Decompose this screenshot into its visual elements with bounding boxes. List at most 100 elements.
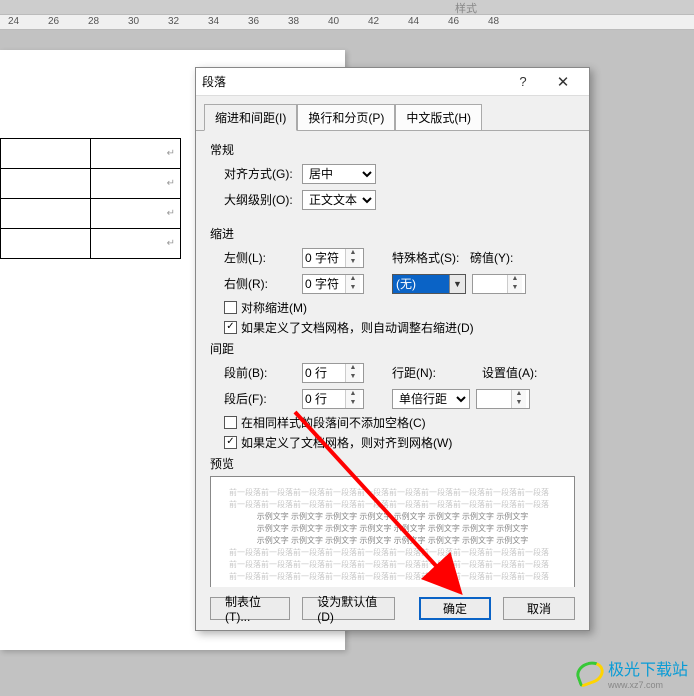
- close-button[interactable]: ✕: [543, 73, 583, 91]
- table-cell[interactable]: [1, 199, 91, 229]
- group-spacing-heading: 间距: [210, 340, 575, 357]
- indent-left-label: 左侧(L):: [224, 249, 296, 266]
- paragraph-dialog: 段落 ? ✕ 缩进和间距(I) 换行和分页(P) 中文版式(H) 常规 对齐方式…: [195, 67, 590, 631]
- table-row: ↵: [1, 229, 181, 259]
- mirror-indents-checkbox[interactable]: [224, 301, 237, 314]
- group-indent-heading: 缩进: [210, 225, 575, 242]
- tab-line-page-breaks[interactable]: 换行和分页(P): [297, 104, 395, 131]
- dialog-content: 常规 对齐方式(G): 居中 大纲级别(O): 正文文本 缩进 左侧(L): ▲…: [196, 131, 589, 587]
- ruler-mark: 42: [368, 16, 379, 27]
- table-row: ↵: [1, 139, 181, 169]
- watermark-text: 极光下载站: [608, 656, 688, 680]
- dialog-titlebar[interactable]: 段落 ? ✕: [196, 68, 589, 96]
- spinner-arrows-icon[interactable]: ▲▼: [345, 364, 360, 382]
- preview-line: 前一段落前一段落前一段落前一段落前一段落前一段落前一段落前一段落前一段落前一段落: [229, 487, 556, 499]
- ruler-mark: 40: [328, 16, 339, 27]
- indent-right-input[interactable]: [303, 275, 345, 293]
- spinner-arrows-icon[interactable]: ▲▼: [345, 390, 360, 408]
- line-spacing-label: 行距(N):: [392, 364, 452, 381]
- tab-indents-spacing[interactable]: 缩进和间距(I): [204, 104, 297, 131]
- indent-right-label: 右侧(R):: [224, 275, 296, 292]
- special-format-label: 特殊格式(S):: [392, 249, 464, 266]
- preview-line: 示例文字 示例文字 示例文字 示例文字 示例文字 示例文字 示例文字 示例文字: [229, 535, 556, 547]
- space-after-spinner[interactable]: ▲▼: [302, 389, 364, 409]
- preview-heading: 预览: [210, 455, 575, 472]
- space-after-label: 段后(F):: [224, 390, 296, 407]
- table-cell[interactable]: [1, 139, 91, 169]
- auto-adjust-right-indent-label: 如果定义了文档网格，则自动调整右缩进(D): [241, 319, 474, 336]
- dialog-tabs: 缩进和间距(I) 换行和分页(P) 中文版式(H): [196, 96, 589, 131]
- group-general-heading: 常规: [210, 141, 575, 158]
- help-button[interactable]: ?: [503, 74, 543, 89]
- at-label: 设置值(A):: [482, 364, 542, 381]
- set-default-button[interactable]: 设为默认值(D): [302, 597, 395, 620]
- preview-line: 前一段落前一段落前一段落前一段落前一段落前一段落前一段落前一段落前一段落前一段落: [229, 547, 556, 559]
- ruler-mark: 36: [248, 16, 259, 27]
- indent-left-input[interactable]: [303, 249, 345, 267]
- no-space-same-style-label: 在相同样式的段落间不添加空格(C): [241, 414, 426, 431]
- at-input[interactable]: [477, 390, 511, 408]
- table-cell[interactable]: ↵: [91, 139, 181, 169]
- special-format-value: (无): [393, 275, 449, 292]
- ok-button[interactable]: 确定: [419, 597, 491, 620]
- line-spacing-select[interactable]: 单倍行距: [392, 389, 470, 409]
- horizontal-ruler[interactable]: 24 26 28 30 32 34 36 38 40 42 44 46 48: [0, 14, 694, 30]
- dialog-title: 段落: [202, 73, 503, 90]
- ruler-mark: 48: [488, 16, 499, 27]
- table-cell[interactable]: ↵: [91, 229, 181, 259]
- spinner-arrows-icon[interactable]: ▲▼: [507, 275, 522, 293]
- ruler-mark: 46: [448, 16, 459, 27]
- by-spinner[interactable]: ▲▼: [472, 274, 526, 294]
- tabs-button[interactable]: 制表位(T)...: [210, 597, 290, 620]
- auto-adjust-right-indent-checkbox[interactable]: ✓: [224, 321, 237, 334]
- space-before-spinner[interactable]: ▲▼: [302, 363, 364, 383]
- dialog-button-row: 制表位(T)... 设为默认值(D) 确定 取消: [196, 587, 589, 630]
- by-label: 磅值(Y):: [470, 249, 522, 266]
- special-format-select[interactable]: (无) ▼: [392, 274, 466, 294]
- outline-level-select[interactable]: 正文文本: [302, 190, 376, 210]
- alignment-label: 对齐方式(G):: [224, 165, 296, 182]
- preview-line: 前一段落前一段落前一段落前一段落前一段落前一段落前一段落前一段落前一段落前一段落: [229, 559, 556, 571]
- indent-left-spinner[interactable]: ▲▼: [302, 248, 364, 268]
- watermark: 极光下载站 www.xz7.com: [576, 656, 688, 690]
- table-cell[interactable]: [1, 169, 91, 199]
- alignment-select[interactable]: 居中: [302, 164, 376, 184]
- snap-to-grid-checkbox[interactable]: ✓: [224, 436, 237, 449]
- spinner-arrows-icon[interactable]: ▲▼: [345, 275, 360, 293]
- tab-asian-typography[interactable]: 中文版式(H): [395, 104, 482, 131]
- mirror-indents-label: 对称缩进(M): [241, 299, 307, 316]
- preview-line: 示例文字 示例文字 示例文字 示例文字 示例文字 示例文字 示例文字 示例文字: [229, 511, 556, 523]
- indent-right-spinner[interactable]: ▲▼: [302, 274, 364, 294]
- by-input[interactable]: [473, 275, 507, 293]
- ruler-mark: 38: [288, 16, 299, 27]
- watermark-logo-icon: [573, 658, 607, 688]
- table-cell[interactable]: ↵: [91, 169, 181, 199]
- ruler-mark: 24: [8, 16, 19, 27]
- snap-to-grid-label: 如果定义了文档网格，则对齐到网格(W): [241, 434, 452, 451]
- table-cell[interactable]: [1, 229, 91, 259]
- table-row: ↵: [1, 169, 181, 199]
- ruler-mark: 26: [48, 16, 59, 27]
- outline-level-label: 大纲级别(O):: [224, 191, 296, 208]
- ruler-mark: 44: [408, 16, 419, 27]
- watermark-url: www.xz7.com: [608, 680, 688, 690]
- ruler-mark: 28: [88, 16, 99, 27]
- no-space-same-style-checkbox[interactable]: [224, 416, 237, 429]
- preview-box: 前一段落前一段落前一段落前一段落前一段落前一段落前一段落前一段落前一段落前一段落…: [210, 476, 575, 587]
- ruler-mark: 34: [208, 16, 219, 27]
- spinner-arrows-icon[interactable]: ▲▼: [345, 249, 360, 267]
- spinner-arrows-icon[interactable]: ▲▼: [511, 390, 526, 408]
- chevron-down-icon[interactable]: ▼: [449, 275, 465, 293]
- space-before-input[interactable]: [303, 364, 345, 382]
- preview-line: 前一段落前一段落前一段落前一段落前一段落前一段落前一段落前一段落前一段落前一段落: [229, 499, 556, 511]
- at-spinner[interactable]: ▲▼: [476, 389, 530, 409]
- preview-line: 示例文字 示例文字 示例文字 示例文字 示例文字 示例文字 示例文字 示例文字: [229, 523, 556, 535]
- space-before-label: 段前(B):: [224, 364, 296, 381]
- preview-line: 前一段落前一段落前一段落前一段落前一段落前一段落前一段落前一段落前一段落前一段落: [229, 571, 556, 583]
- space-after-input[interactable]: [303, 390, 345, 408]
- ruler-mark: 32: [168, 16, 179, 27]
- cancel-button[interactable]: 取消: [503, 597, 575, 620]
- table-cell[interactable]: ↵: [91, 199, 181, 229]
- ruler-mark: 30: [128, 16, 139, 27]
- document-table[interactable]: ↵ ↵ ↵ ↵: [0, 138, 181, 259]
